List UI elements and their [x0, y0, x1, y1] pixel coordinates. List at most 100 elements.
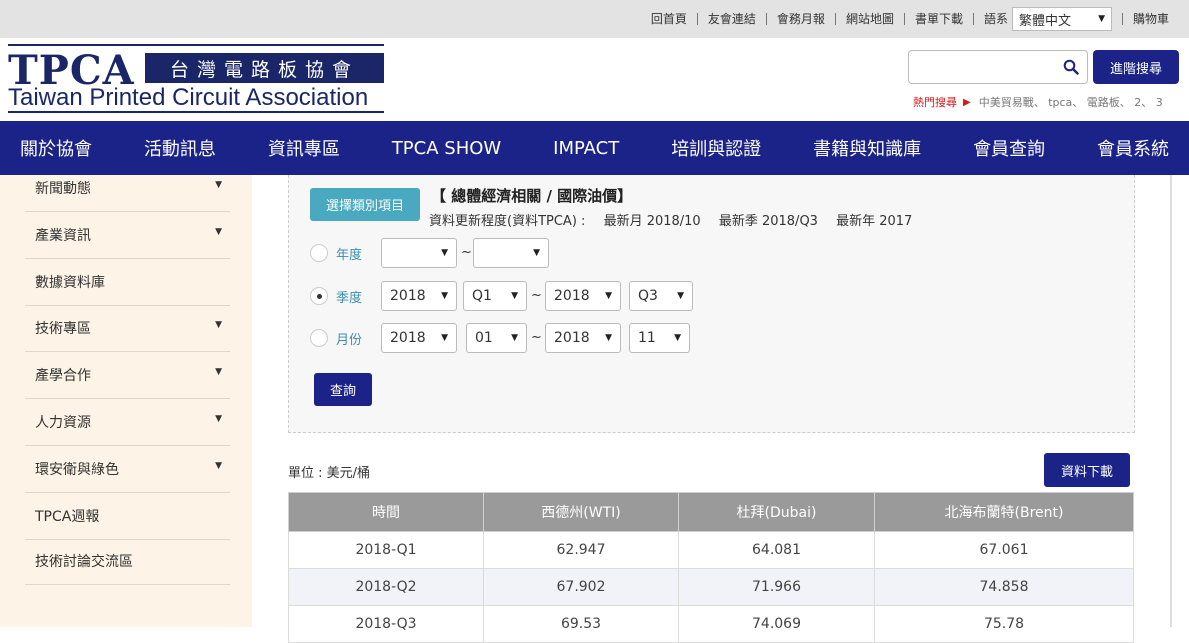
- site-logo[interactable]: TPCA 台灣電路板協會 Taiwan Printed Circuit Asso…: [8, 44, 386, 116]
- query-button[interactable]: 查詢: [314, 373, 372, 406]
- advanced-search-button[interactable]: 進階搜尋: [1093, 50, 1179, 84]
- update-status: 資料更新程度(資料TPCA) : 最新月 2018/10 最新季 2018/Q3…: [429, 210, 926, 229]
- month-from-year-select[interactable]: 2018 ▼: [381, 323, 457, 353]
- sidebar-item-label: 產學合作: [35, 368, 91, 384]
- select-category-button[interactable]: 選擇類別項目: [310, 188, 420, 221]
- period-row-quarter: 季度: [310, 281, 362, 311]
- category-title: 【 總體經濟相關 / 國際油價】: [431, 187, 633, 205]
- sidebar-item-weekly[interactable]: TPCA週報: [25, 493, 230, 540]
- sidebar-item-label: TPCA週報: [35, 509, 100, 525]
- month-to-month-select[interactable]: 11 ▼: [629, 323, 690, 353]
- hot-search-label: 熱門搜尋: [913, 96, 957, 109]
- cart-link[interactable]: 購物車: [1121, 13, 1179, 25]
- hot-search-terms[interactable]: 中美貿易戰、 tpca、 電路板、 2、 3: [979, 94, 1163, 110]
- chevron-down-icon: ▼: [674, 333, 681, 343]
- sidebar-item-forum[interactable]: 技術討論交流區: [25, 538, 230, 585]
- latest-quarter: 最新季 2018/Q3: [718, 214, 818, 229]
- sidebar-item-label: 新聞動態: [35, 181, 91, 197]
- logo-chinese-name: 台灣電路板協會: [145, 53, 384, 83]
- utility-links: 回首頁 友會連結 會務月報 網站地圖 書單下載 語系 繁體中文 ▼ 購物車: [641, 0, 1179, 38]
- sidebar-item-academia[interactable]: 產學合作 ▼: [25, 352, 230, 399]
- select-value: Q1: [472, 288, 492, 304]
- monthly-report-link[interactable]: 會務月報: [765, 13, 835, 25]
- table-cell: 74.858: [874, 568, 1134, 606]
- caret-down-icon: ▼: [215, 227, 222, 237]
- range-tilde: ~: [531, 288, 542, 303]
- oil-price-table: 時間 西德州(WTI) 杜拜(Dubai) 北海布蘭特(Brent) 2018-…: [288, 492, 1134, 643]
- logo-english-name: Taiwan Printed Circuit Association: [8, 84, 369, 111]
- table-cell: 2018-Q1: [288, 531, 484, 569]
- table-cell: 2018-Q3: [288, 605, 484, 643]
- filter-panel: 選擇類別項目 【 總體經濟相關 / 國際油價】 資料更新程度(資料TPCA) :…: [288, 175, 1135, 433]
- quarter-radio[interactable]: [310, 287, 328, 305]
- right-divider: [1170, 175, 1172, 627]
- caret-down-icon: ▼: [215, 180, 222, 190]
- hot-search: 熱門搜尋 ▶ 中美貿易戰、 tpca、 電路板、 2、 3: [913, 94, 1163, 110]
- column-header-wti: 西德州(WTI): [483, 492, 679, 532]
- sidebar-item-ehs[interactable]: 環安衛與綠色 ▼: [25, 446, 230, 493]
- nav-item-member-system[interactable]: 會員系統: [1097, 135, 1169, 161]
- nav-item-tpca-show[interactable]: TPCA SHOW: [392, 138, 501, 159]
- select-value: Q3: [638, 288, 658, 304]
- sidebar-item-hr[interactable]: 人力資源 ▼: [25, 399, 230, 446]
- select-value: 2018: [554, 330, 590, 346]
- nav-item-events[interactable]: 活動訊息: [144, 135, 216, 161]
- top-utility-bar: 回首頁 友會連結 會務月報 網站地圖 書單下載 語系 繁體中文 ▼ 購物車: [0, 0, 1189, 38]
- sidebar-item-news[interactable]: 新聞動態 ▼: [25, 165, 230, 212]
- language-select[interactable]: 繁體中文 ▼: [1011, 7, 1112, 31]
- quarter-to-quarter-select[interactable]: Q3 ▼: [629, 281, 693, 311]
- nav-item-about[interactable]: 關於協會: [20, 135, 92, 161]
- quarter-from-year-select[interactable]: 2018 ▼: [381, 281, 457, 311]
- month-from-month-select[interactable]: 01 ▼: [466, 323, 527, 353]
- quarter-to-year-select[interactable]: 2018 ▼: [545, 281, 621, 311]
- update-label: 資料更新程度(資料TPCA) :: [429, 214, 586, 229]
- year-from-select[interactable]: ▼: [381, 238, 457, 268]
- chevron-down-icon: ▼: [441, 333, 448, 343]
- search-icon[interactable]: [1063, 59, 1079, 75]
- nav-item-member-query[interactable]: 會員查詢: [973, 135, 1045, 161]
- unit-label: 單位 : 美元/桶: [288, 466, 371, 481]
- caret-down-icon: ▼: [215, 414, 222, 424]
- chevron-down-icon: ▼: [605, 333, 612, 343]
- sidebar-item-label: 技術專區: [35, 321, 91, 337]
- quarter-from-quarter-select[interactable]: Q1 ▼: [463, 281, 527, 311]
- year-radio-label: 年度: [336, 247, 363, 263]
- chevron-down-icon: ▼: [441, 248, 448, 258]
- chevron-down-icon: ▼: [1098, 14, 1105, 24]
- chevron-down-icon: ▼: [511, 333, 518, 343]
- year-to-select[interactable]: ▼: [473, 238, 549, 268]
- partner-links-link[interactable]: 友會連結: [696, 13, 766, 25]
- latest-month: 最新月 2018/10: [603, 214, 701, 229]
- sidebar-item-label: 技術討論交流區: [35, 554, 133, 570]
- nav-item-books[interactable]: 書籍與知識庫: [813, 135, 921, 161]
- sitemap-link[interactable]: 網站地圖: [834, 13, 904, 25]
- table-cell: 2018-Q2: [288, 568, 484, 606]
- month-to-year-select[interactable]: 2018 ▼: [545, 323, 621, 353]
- table-cell: 69.53: [483, 605, 679, 643]
- chevron-down-icon: ▼: [677, 291, 684, 301]
- nav-item-impact[interactable]: IMPACT: [553, 138, 619, 159]
- play-icon: ▶: [963, 96, 971, 108]
- table-cell: 67.902: [483, 568, 679, 606]
- download-button[interactable]: 資料下載: [1044, 453, 1130, 487]
- year-radio[interactable]: [310, 244, 328, 262]
- logo-rule-top: [8, 44, 384, 46]
- home-link[interactable]: 回首頁: [641, 13, 697, 25]
- sidebar-item-industry[interactable]: 產業資訊 ▼: [25, 212, 230, 259]
- booklist-download-link[interactable]: 書單下載: [903, 13, 973, 25]
- select-value: 2018: [390, 330, 426, 346]
- chevron-down-icon: ▼: [511, 291, 518, 301]
- month-radio[interactable]: [310, 329, 328, 347]
- sidebar-item-label: 環安衛與綠色: [35, 462, 119, 478]
- sidebar-item-tech[interactable]: 技術專區 ▼: [25, 305, 230, 352]
- chevron-down-icon: ▼: [441, 291, 448, 301]
- search-input[interactable]: [908, 50, 1088, 84]
- select-value: 01: [475, 330, 493, 346]
- nav-item-training[interactable]: 培訓與認證: [671, 135, 761, 161]
- sidebar-item-label: 人力資源: [35, 415, 91, 431]
- select-value: 2018: [390, 288, 426, 304]
- sidebar: 新聞動態 ▼ 產業資訊 ▼ 數據資料庫 技術專區 ▼ 產學合作 ▼ 人力資源 ▼…: [0, 175, 252, 627]
- sidebar-item-database[interactable]: 數據資料庫: [25, 259, 230, 306]
- nav-item-info[interactable]: 資訊專區: [268, 135, 340, 161]
- table-cell: 64.081: [678, 531, 875, 569]
